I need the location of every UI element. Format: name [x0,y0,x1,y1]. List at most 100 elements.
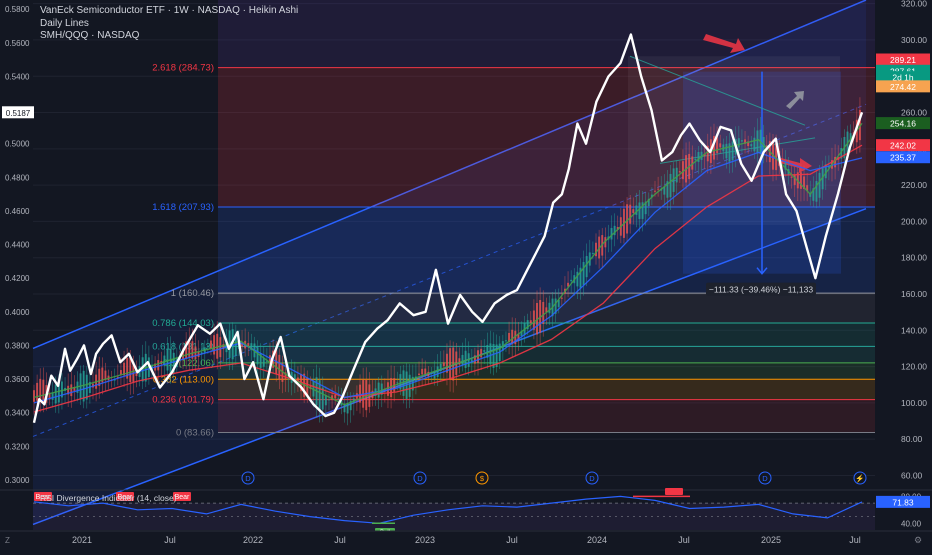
candle-body [654,190,656,192]
candle-body [737,138,740,148]
left-axis-tick: 0.4600 [5,207,30,216]
fib-level-label: 0.786 (144.03) [152,318,214,329]
right-axis-tick: 260.00 [901,108,927,118]
candle-body [129,357,132,383]
right-axis-tick: 320.00 [901,0,927,9]
candle-body [570,279,573,282]
candle-body [213,335,216,355]
chart-root: 2.618 (284.73) 1.618 (207.93) 1 (160.46) 0.… [0,0,932,550]
candle-body [449,348,452,380]
candle-body [731,141,734,161]
time-axis-tick: Jul [506,535,518,545]
candle-body [629,204,632,224]
event-marker-label: D [245,474,251,483]
candle-body [36,382,39,401]
candle-body [458,358,461,365]
fib-band [218,346,875,363]
right-axis-tick: 120.00 [901,362,927,372]
fib-level-label: 0.236 (101.79) [152,395,214,406]
candle-body [321,387,324,410]
candle-body [169,349,172,374]
candle-body [418,373,421,376]
left-axis-tick: 0.3600 [5,375,30,384]
time-axis-tick: Jul [678,535,690,545]
candle-body [54,384,57,404]
left-axis-tick: 0.4000 [5,308,30,317]
candle-body [790,176,793,178]
candle-body [678,171,681,173]
time-axis-tick: 2024 [587,535,607,545]
event-marker-label: D [589,474,595,483]
candle-body [635,205,638,215]
candle-body [694,158,697,161]
candle-body [740,140,743,142]
left-axis-tick: 0.5800 [5,5,30,14]
fib-level-label: 0 (83.66) [176,428,214,439]
fib-level-label: 1.618 (207.93) [152,202,214,213]
price-chart[interactable]: 2.618 (284.73) 1.618 (207.93) 1 (160.46) 0.… [0,0,932,550]
right-axis-tick: 160.00 [901,289,927,299]
rsi-value-label: 71.83 [892,497,914,507]
candle-body [675,167,678,183]
bear-badge-bg [665,488,683,495]
right-axis-tick: 100.00 [901,398,927,408]
candle-body [464,350,467,369]
fib-band [218,322,875,347]
price-label: 274.42 [890,82,916,92]
price-label: 235.37 [890,153,916,163]
candle-body [610,228,613,240]
price-label: 289.21 [890,55,916,65]
fib-level-label: 2.618 (284.73) [152,63,214,74]
price-label: 254.16 [890,119,916,129]
candle-body [359,384,362,403]
candle-body [386,382,389,396]
right-axis-tick: 60.00 [901,470,923,480]
right-axis-tick: 300.00 [901,35,927,45]
candle-body [324,395,327,406]
time-axis-tick: 2023 [415,535,435,545]
candle-body [70,384,73,397]
right-axis-tick: 220.00 [901,180,927,190]
left-axis-tick: 0.3000 [5,476,30,485]
candle-body [346,402,349,414]
fib-level-label: 1 (160.46) [171,288,214,299]
right-axis-tick: 80.00 [901,434,923,444]
candle-body [33,390,35,402]
rsi-title: RSI Divergence Indicator (14, close) [40,493,177,503]
bear-badge: Bear [175,494,190,501]
candle-body [489,343,492,365]
chart-legend: VanEck Semiconductor ETF · 1W · NASDAQ ·… [40,5,298,43]
candle-body [402,370,405,396]
candle-body [377,382,380,398]
time-axis-tick: Jul [334,535,346,545]
left-axis-tick: 0.5000 [5,140,30,149]
left-axis-tick: 0.5600 [5,39,30,48]
measure-label: −111.33 (−39.46%) −11,133 [709,285,813,295]
candle-body [461,354,464,365]
legend-title: VanEck Semiconductor ETF · 1W · NASDAQ ·… [40,5,299,16]
candle-body [480,348,483,358]
candle-body [209,340,212,349]
candle-body [548,302,551,314]
candle-body [585,256,588,278]
candle-body [327,399,330,401]
event-marker-label: ⚡ [855,474,864,483]
rsi-axis-tick: 40.00 [901,519,922,528]
candle-body [669,173,672,198]
event-marker-label: D [417,474,423,483]
left-axis-tick: 0.4400 [5,241,30,250]
candle-body [337,398,340,400]
candle-body [436,366,439,377]
time-axis-tick: 2022 [243,535,263,545]
settings-icon: ⚙ [914,535,922,545]
candle-body [219,337,222,358]
time-axis-tick: 2025 [761,535,781,545]
right-axis-tick: 200.00 [901,216,927,226]
price-label: 242.02 [890,141,916,151]
candle-body [818,172,821,198]
candle-body [638,202,641,219]
left-axis-tick: 0.4800 [5,173,30,182]
candle-body [483,350,486,352]
legend-line2: Daily Lines [40,17,89,29]
time-axis-tick: Jul [164,535,176,545]
